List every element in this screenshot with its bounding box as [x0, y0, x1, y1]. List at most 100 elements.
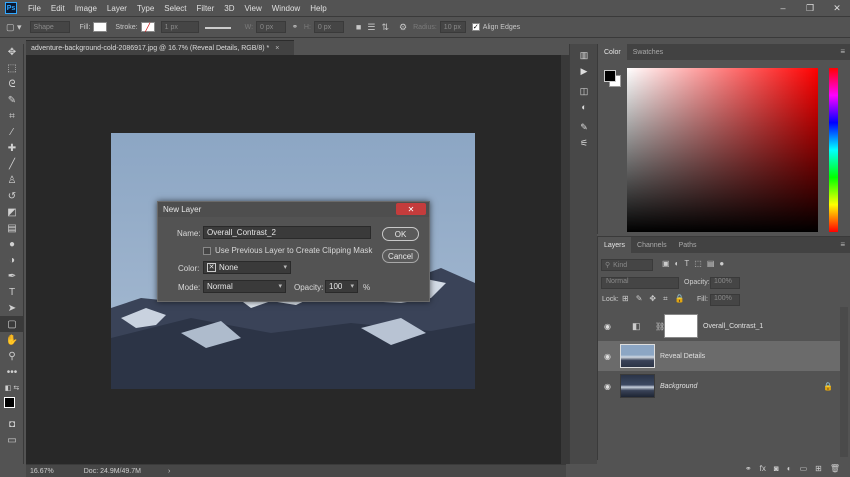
layer-style-icon[interactable]: fx	[760, 464, 766, 473]
default-colors-icon[interactable]: ◧ ⇆	[0, 380, 24, 396]
document-tab[interactable]: adventure-background-cold-2086917.jpg @ …	[26, 40, 294, 55]
tab-color[interactable]: Color	[598, 44, 627, 60]
layer-row-background[interactable]: ◉ Background 🔒	[598, 371, 840, 401]
libraries-panel-icon[interactable]: ◫	[570, 83, 598, 99]
radius-input[interactable]: 10 px	[439, 21, 466, 33]
layer-mask-thumbnail[interactable]	[664, 314, 698, 338]
new-adjustment-icon[interactable]: ◐	[787, 464, 792, 473]
blend-mode-select[interactable]: Normal ▾	[203, 280, 286, 293]
pen-tool-icon[interactable]: ✒	[0, 268, 24, 284]
clipping-mask-checkbox[interactable]	[203, 247, 211, 255]
actions-panel-icon[interactable]: ▶	[570, 63, 598, 79]
panel-menu-icon[interactable]: ≡	[840, 240, 845, 249]
quick-mask-icon[interactable]: ◘	[0, 416, 24, 432]
marquee-tool-icon[interactable]: ⬚	[0, 60, 24, 76]
visibility-eye-icon[interactable]: ◉	[604, 382, 611, 391]
foreground-background-swatch[interactable]	[604, 70, 622, 88]
shape-tool-icon[interactable]: ▢	[0, 316, 24, 332]
status-menu-arrow[interactable]: ›	[168, 468, 170, 475]
menu-type[interactable]: Type	[132, 4, 159, 13]
path-operations-icon[interactable]: ■	[356, 22, 361, 32]
menu-window[interactable]: Window	[267, 4, 305, 13]
fill-swatch[interactable]	[93, 22, 108, 32]
path-arrangement-icon[interactable]: ⇅	[381, 22, 389, 33]
layer-row-overall-contrast-1[interactable]: ◉ ◧ ⛓ Overall_Contrast_1	[598, 311, 840, 341]
more-tools-icon[interactable]: •••	[0, 364, 24, 380]
panel-menu-icon[interactable]: ≡	[840, 47, 845, 56]
align-edges-checkbox[interactable]: ✓	[471, 23, 480, 31]
layers-blend-mode-select[interactable]: Normal	[601, 277, 679, 289]
hue-slider[interactable]	[829, 68, 838, 232]
hand-tool-icon[interactable]: ✋	[0, 332, 24, 348]
layer-filter-icons[interactable]: ▣◐T⬚▤●	[662, 259, 729, 268]
visibility-eye-icon[interactable]: ◉	[604, 322, 611, 331]
screen-mode-icon[interactable]: ▭	[0, 432, 24, 448]
menu-view[interactable]: View	[240, 4, 267, 13]
layer-name[interactable]: Overall_Contrast_1	[703, 323, 763, 330]
stroke-swatch[interactable]: ╱	[140, 22, 155, 32]
restore-button[interactable]: ❐	[801, 0, 819, 16]
brush-settings-icon[interactable]: ✎	[570, 119, 598, 135]
menu-layer[interactable]: Layer	[102, 4, 132, 13]
height-input[interactable]: 0 px	[313, 21, 344, 33]
minimize-button[interactable]: –	[774, 0, 792, 16]
ok-button[interactable]: OK	[382, 227, 419, 241]
clone-stamp-tool-icon[interactable]: ♙	[0, 172, 24, 188]
vertical-scrollbar[interactable]	[561, 55, 569, 464]
adjustments-panel-icon[interactable]: ◐	[570, 99, 598, 115]
path-selection-tool-icon[interactable]: ➤	[0, 300, 24, 316]
quick-select-tool-icon[interactable]: ✎	[0, 92, 24, 108]
layers-fill-input[interactable]: 100%	[710, 294, 740, 306]
menu-3d[interactable]: 3D	[219, 4, 239, 13]
layer-name-input[interactable]: Overall_Contrast_2	[203, 226, 371, 239]
type-tool-icon[interactable]: T	[0, 284, 24, 300]
gear-icon[interactable]: ⚙	[399, 22, 407, 33]
link-layers-icon[interactable]: ⚭	[745, 464, 752, 473]
tab-swatches[interactable]: Swatches	[627, 44, 669, 60]
new-group-icon[interactable]: ▭	[800, 464, 808, 473]
history-panel-icon[interactable]: ▥	[570, 47, 598, 63]
path-alignment-icon[interactable]: ☰	[367, 22, 375, 33]
stroke-width-input[interactable]: 1 px	[160, 21, 199, 33]
history-brush-tool-icon[interactable]: ↺	[0, 188, 24, 204]
color-spectrum[interactable]	[627, 68, 818, 232]
rounded-rectangle-tool-icon[interactable]: ▢ ▾	[6, 22, 22, 33]
menu-edit[interactable]: Edit	[46, 4, 70, 13]
color-select[interactable]: ✕ None ▾	[203, 261, 291, 274]
new-layer-icon[interactable]: ⊞	[815, 464, 822, 473]
color-swatches-icon[interactable]	[0, 396, 24, 416]
menu-help[interactable]: Help	[305, 4, 331, 13]
tool-mode-select[interactable]: Shape	[29, 21, 70, 33]
eyedropper-tool-icon[interactable]: ⁄	[0, 124, 24, 140]
add-mask-icon[interactable]: ◙	[774, 464, 779, 473]
gradient-tool-icon[interactable]: ▤	[0, 220, 24, 236]
dodge-tool-icon[interactable]: ◑	[0, 252, 24, 268]
link-icon[interactable]: ⚭	[292, 23, 298, 31]
close-window-button[interactable]: ✕	[828, 0, 846, 16]
menu-select[interactable]: Select	[159, 4, 191, 13]
lasso-tool-icon[interactable]: ᘓ	[0, 76, 24, 92]
move-tool-icon[interactable]: ✥	[0, 44, 24, 60]
menu-filter[interactable]: Filter	[192, 4, 220, 13]
cancel-button[interactable]: Cancel	[382, 249, 419, 263]
blur-tool-icon[interactable]: ●	[0, 236, 24, 252]
tab-paths[interactable]: Paths	[673, 237, 703, 253]
zoom-tool-icon[interactable]: ⚲	[0, 348, 24, 364]
opacity-input[interactable]: 100 ▾	[325, 280, 358, 293]
properties-panel-icon[interactable]: ⚟	[570, 135, 598, 151]
layer-filter-select[interactable]: ⚲ Kind	[601, 259, 653, 271]
tab-layers[interactable]: Layers	[598, 237, 632, 253]
close-tab-icon[interactable]: ×	[275, 45, 279, 52]
delete-layer-icon[interactable]: 🗑	[830, 464, 840, 473]
layer-name[interactable]: Background	[660, 383, 697, 390]
layers-scrollbar[interactable]	[840, 307, 848, 457]
crop-tool-icon[interactable]: ⌗	[0, 108, 24, 124]
dialog-close-button[interactable]: ✕	[396, 203, 426, 215]
layer-row-reveal-details[interactable]: ◉ Reveal Details	[598, 341, 840, 371]
brush-tool-icon[interactable]: ╱	[0, 156, 24, 172]
healing-brush-tool-icon[interactable]: ✚	[0, 140, 24, 156]
stroke-type-select[interactable]	[204, 19, 231, 29]
layers-opacity-input[interactable]: 100%	[710, 277, 740, 289]
layer-name[interactable]: Reveal Details	[660, 353, 705, 360]
eraser-tool-icon[interactable]: ◩	[0, 204, 24, 220]
